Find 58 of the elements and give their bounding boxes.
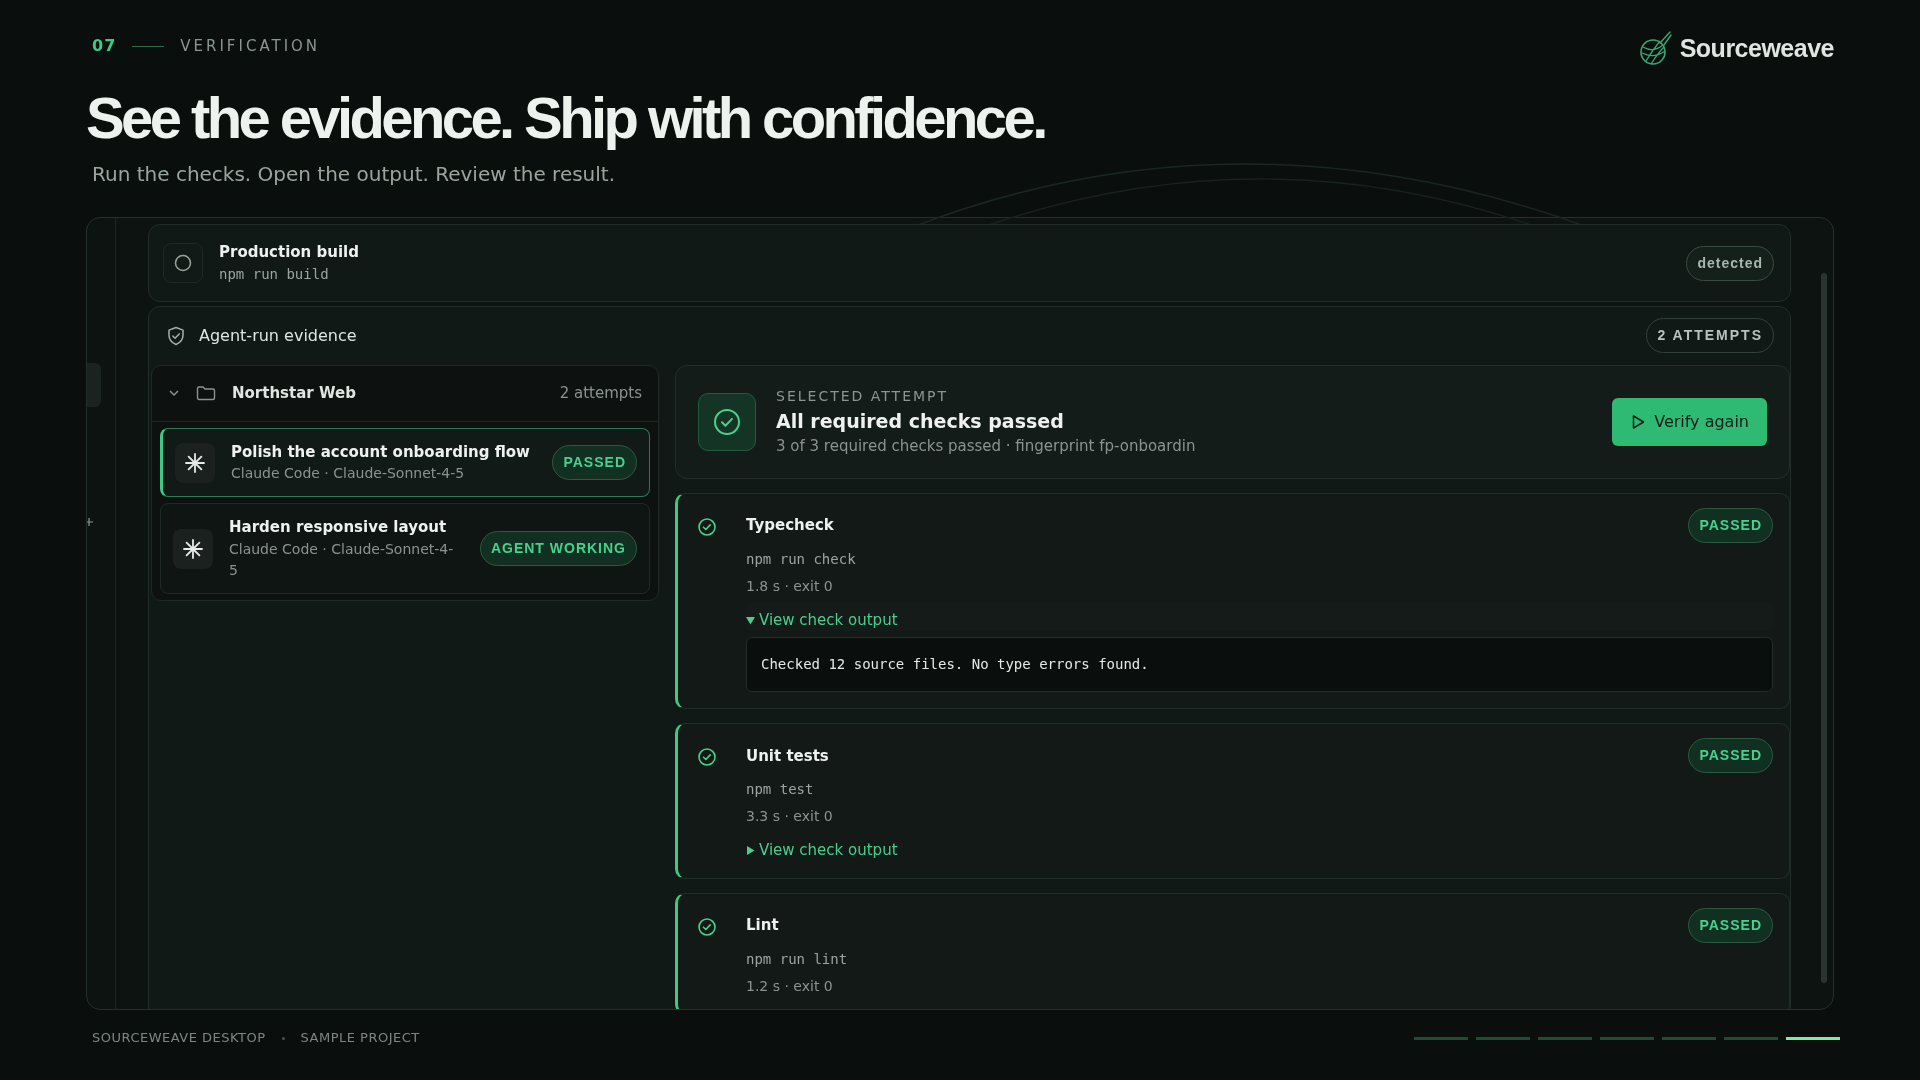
output-text: Checked 12 source files. No type errors found.	[746, 637, 1773, 693]
attempt-title: Polish the account onboarding flow	[231, 441, 531, 463]
status-badge: detected	[1686, 245, 1774, 281]
attempt-item[interactable]: Harden responsive layout Claude Code · Claude-Sonnet-4-5 AGENT WORKING	[160, 503, 650, 594]
subtitle: Run the checks. Open the output. Review the result.	[92, 161, 617, 189]
section-title: Agent-run evidence	[199, 324, 357, 347]
scrollbar[interactable]	[1821, 273, 1827, 984]
status-badge: PASSED	[1688, 738, 1773, 774]
plus-icon	[87, 518, 93, 527]
check-meta: 1.8 s · exit 0	[746, 576, 834, 596]
check-circle-icon	[713, 407, 741, 436]
check-circle-icon	[698, 748, 716, 767]
yarn-ball-icon	[1637, 30, 1672, 67]
attempt-count-badge: 2 ATTEMPTS	[1646, 318, 1774, 354]
output-toggle[interactable]: View check output	[746, 839, 1773, 862]
check-title: Unit tests	[746, 745, 829, 767]
attempt-agent: Claude Code · Claude-Sonnet-4-5	[231, 464, 466, 484]
circle-icon	[174, 254, 192, 273]
headline: See the evidence. Ship with confidence.	[86, 85, 1046, 150]
check-meta: 3.3 s · exit 0	[746, 807, 834, 827]
check-command: npm run check	[746, 549, 857, 569]
attempt-summary: 3 of 3 required checks passed · fingerprint fp-onboardin	[776, 436, 1197, 458]
attempt-title: Harden responsive layout	[229, 517, 448, 539]
status-badge: PASSED	[1688, 507, 1773, 543]
status-badge: AGENT WORKING	[479, 531, 637, 567]
brand-name: Sourceweave	[1679, 33, 1834, 64]
check-meta: 1.2 s · exit 0	[746, 976, 834, 996]
check-circle-icon	[698, 917, 716, 936]
status-badge: PASSED	[1688, 907, 1773, 943]
check-title: Lint	[746, 915, 779, 937]
page-indicator[interactable]	[1786, 1036, 1840, 1040]
eyebrow-label: SELECTED ATTEMPT	[776, 386, 950, 406]
shield-check-icon	[167, 325, 185, 346]
check-command: npm run lint	[746, 949, 849, 969]
check-circle-icon	[698, 517, 716, 536]
asterisk-icon	[182, 537, 204, 560]
check-title: Production build	[219, 242, 360, 264]
check-title: Typecheck	[746, 515, 834, 537]
rail-handle[interactable]	[87, 363, 101, 408]
status-badge: PASSED	[552, 445, 637, 481]
footer-label: SOURCEWEAVE DESKTOP	[92, 1029, 266, 1048]
verify-again-button[interactable]: Verify again	[1612, 397, 1767, 446]
attempt-agent: Claude Code · Claude-Sonnet-4-5	[229, 539, 455, 580]
footer-label: SAMPLE PROJECT	[300, 1029, 420, 1048]
check-command: npm test	[746, 780, 815, 800]
section-label: VERIFICATION	[180, 35, 321, 57]
output-toggle[interactable]: View check output	[746, 608, 898, 632]
triangle-down-icon	[746, 615, 755, 625]
folder-icon	[196, 385, 216, 402]
triangle-right-icon	[746, 846, 755, 856]
asterisk-icon	[184, 451, 206, 474]
dot-icon	[281, 1037, 285, 1041]
project-row[interactable]: Northstar Web 2 attempts	[152, 365, 658, 422]
attempt-item[interactable]: Polish the account onboarding flow Claude Code · Claude-Sonnet-4-5 PASSED	[160, 427, 650, 498]
play-icon	[1630, 413, 1647, 430]
check-command: npm run build	[219, 264, 330, 284]
section-number: 07	[92, 35, 117, 57]
attempt-result-title: All required checks passed	[776, 408, 1065, 434]
